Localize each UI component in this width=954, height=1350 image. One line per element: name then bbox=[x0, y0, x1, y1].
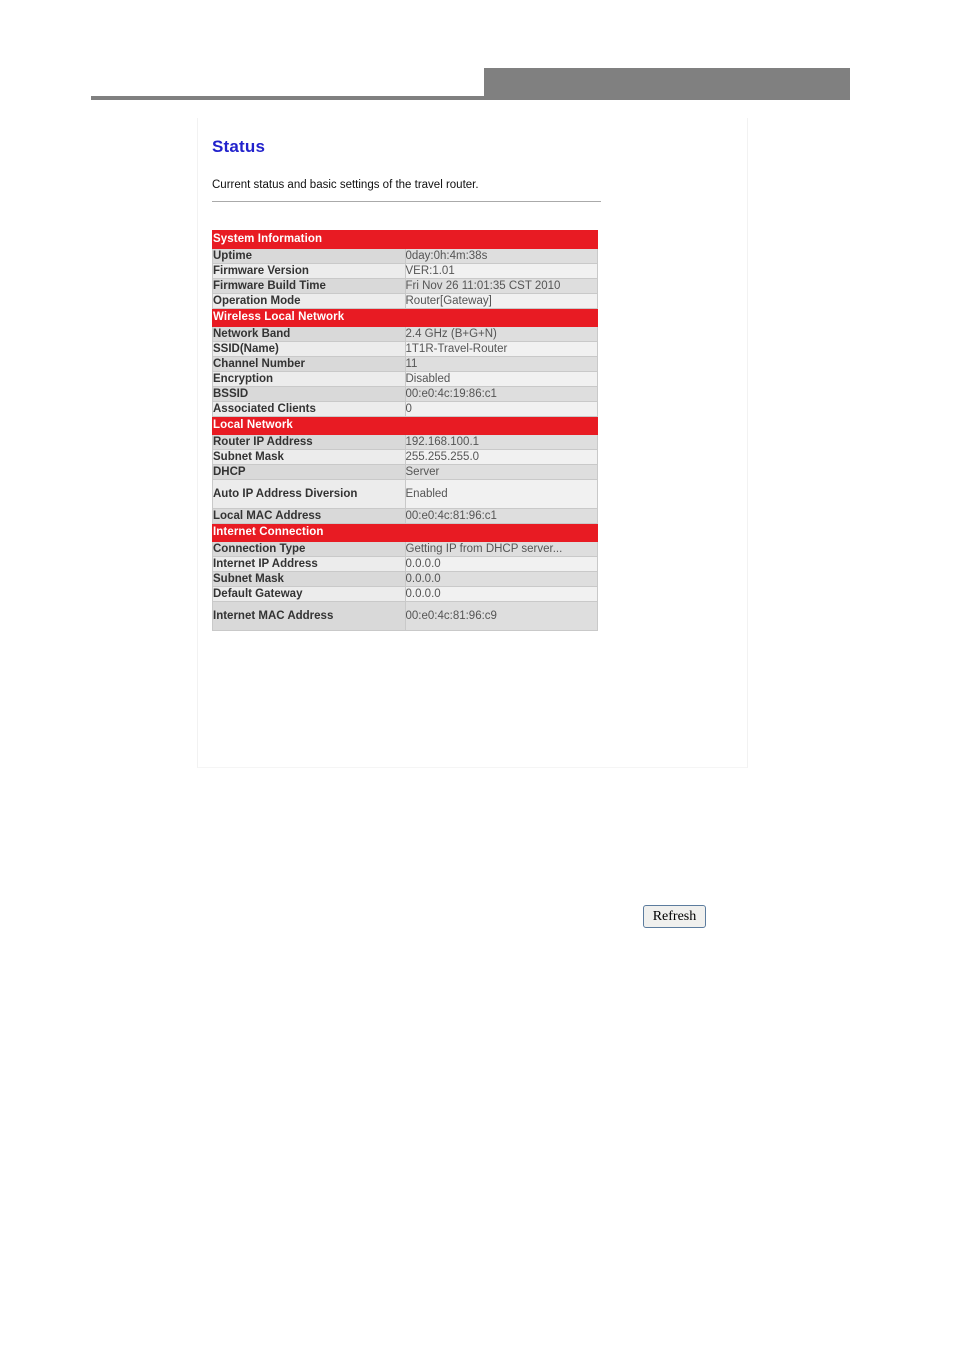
row-value: 2.4 GHz (B+G+N) bbox=[404, 326, 598, 342]
row-value: 1T1R-Travel-Router bbox=[404, 341, 598, 357]
table-row: Local MAC Address 00:e0:4c:81:96:c1 bbox=[212, 508, 598, 524]
row-label: Default Gateway bbox=[212, 586, 406, 602]
top-banner-block bbox=[484, 68, 850, 100]
row-label: Router IP Address bbox=[212, 434, 406, 450]
row-label: Connection Type bbox=[212, 541, 406, 557]
row-label: BSSID bbox=[212, 386, 406, 402]
table-row: BSSID 00:e0:4c:19:86:c1 bbox=[212, 386, 598, 402]
table-row: Subnet Mask 255.255.255.0 bbox=[212, 449, 598, 465]
table-row: Network Band 2.4 GHz (B+G+N) bbox=[212, 326, 598, 342]
row-label: Network Band bbox=[212, 326, 406, 342]
row-label: Uptime bbox=[212, 248, 406, 264]
page-title: Status bbox=[212, 137, 266, 156]
row-label: Auto IP Address Diversion bbox=[212, 479, 406, 509]
row-label: DHCP bbox=[212, 464, 406, 480]
row-label: Internet IP Address bbox=[212, 556, 406, 572]
table-row: DHCP Server bbox=[212, 464, 598, 480]
content-panel: Status Current status and basic settings… bbox=[197, 118, 748, 768]
row-value: 0.0.0.0 bbox=[404, 556, 598, 572]
row-value: 0.0.0.0 bbox=[404, 571, 598, 587]
table-row: Channel Number 11 bbox=[212, 356, 598, 372]
row-value: 0 bbox=[404, 401, 598, 417]
status-table: System Information Uptime 0day:0h:4m:38s Fi… bbox=[212, 230, 598, 631]
row-label: SSID(Name) bbox=[212, 341, 406, 357]
row-value: 192.168.100.1 bbox=[404, 434, 598, 450]
row-value: VER:1.01 bbox=[404, 263, 598, 279]
row-label: Firmware Build Time bbox=[212, 278, 406, 294]
row-label: Internet MAC Address bbox=[212, 601, 406, 631]
section-header-label: Internet Connection bbox=[212, 523, 598, 542]
section-header-label: Wireless Local Network bbox=[212, 308, 598, 327]
description-divider bbox=[212, 201, 601, 202]
row-label: Associated Clients bbox=[212, 401, 406, 417]
row-value: 11 bbox=[404, 356, 598, 372]
row-value: 00:e0:4c:81:96:c1 bbox=[404, 508, 598, 524]
row-label: Channel Number bbox=[212, 356, 406, 372]
table-row: Uptime 0day:0h:4m:38s bbox=[212, 248, 598, 264]
section-header-label: System Information bbox=[212, 230, 598, 249]
section-header-row: Wireless Local Network bbox=[212, 308, 598, 327]
table-row: Router IP Address 192.168.100.1 bbox=[212, 434, 598, 450]
table-row: SSID(Name) 1T1R-Travel-Router bbox=[212, 341, 598, 357]
page-description: Current status and basic settings of the… bbox=[212, 179, 479, 191]
table-row: Auto IP Address Diversion Enabled bbox=[212, 479, 598, 509]
table-row: Internet IP Address 0.0.0.0 bbox=[212, 556, 598, 572]
table-row: Internet MAC Address 00:e0:4c:81:96:c9 bbox=[212, 601, 598, 631]
table-row: Operation Mode Router[Gateway] bbox=[212, 293, 598, 309]
row-value: Fri Nov 26 11:01:35 CST 2010 bbox=[404, 278, 598, 294]
table-row: Firmware Build Time Fri Nov 26 11:01:35 C… bbox=[212, 278, 598, 294]
section-header-label: Local Network bbox=[212, 416, 598, 435]
section-header-row: Internet Connection bbox=[212, 523, 598, 542]
refresh-button[interactable]: Refresh bbox=[643, 905, 706, 928]
row-value: Disabled bbox=[404, 371, 598, 387]
row-value: 00:e0:4c:81:96:c9 bbox=[404, 601, 598, 631]
table-row: Encryption Disabled bbox=[212, 371, 598, 387]
table-row: Firmware Version VER:1.01 bbox=[212, 263, 598, 279]
row-value: 255.255.255.0 bbox=[404, 449, 598, 465]
section-header-row: System Information bbox=[212, 230, 598, 249]
row-label: Encryption bbox=[212, 371, 406, 387]
row-label: Subnet Mask bbox=[212, 449, 406, 465]
table-row: Subnet Mask 0.0.0.0 bbox=[212, 571, 598, 587]
row-label: Firmware Version bbox=[212, 263, 406, 279]
table-row: Associated Clients 0 bbox=[212, 401, 598, 417]
row-value: 0day:0h:4m:38s bbox=[404, 248, 598, 264]
row-value: Server bbox=[404, 464, 598, 480]
row-value: Getting IP from DHCP server... bbox=[404, 541, 598, 557]
section-header-row: Local Network bbox=[212, 416, 598, 435]
row-label: Operation Mode bbox=[212, 293, 406, 309]
row-value: Enabled bbox=[404, 479, 598, 509]
row-label: Subnet Mask bbox=[212, 571, 406, 587]
table-row: Default Gateway 0.0.0.0 bbox=[212, 586, 598, 602]
table-row: Connection Type Getting IP from DHCP serv… bbox=[212, 541, 598, 557]
row-value: 00:e0:4c:19:86:c1 bbox=[404, 386, 598, 402]
row-value: 0.0.0.0 bbox=[404, 586, 598, 602]
row-label: Local MAC Address bbox=[212, 508, 406, 524]
top-banner-rule bbox=[91, 96, 485, 100]
row-value: Router[Gateway] bbox=[404, 293, 598, 309]
